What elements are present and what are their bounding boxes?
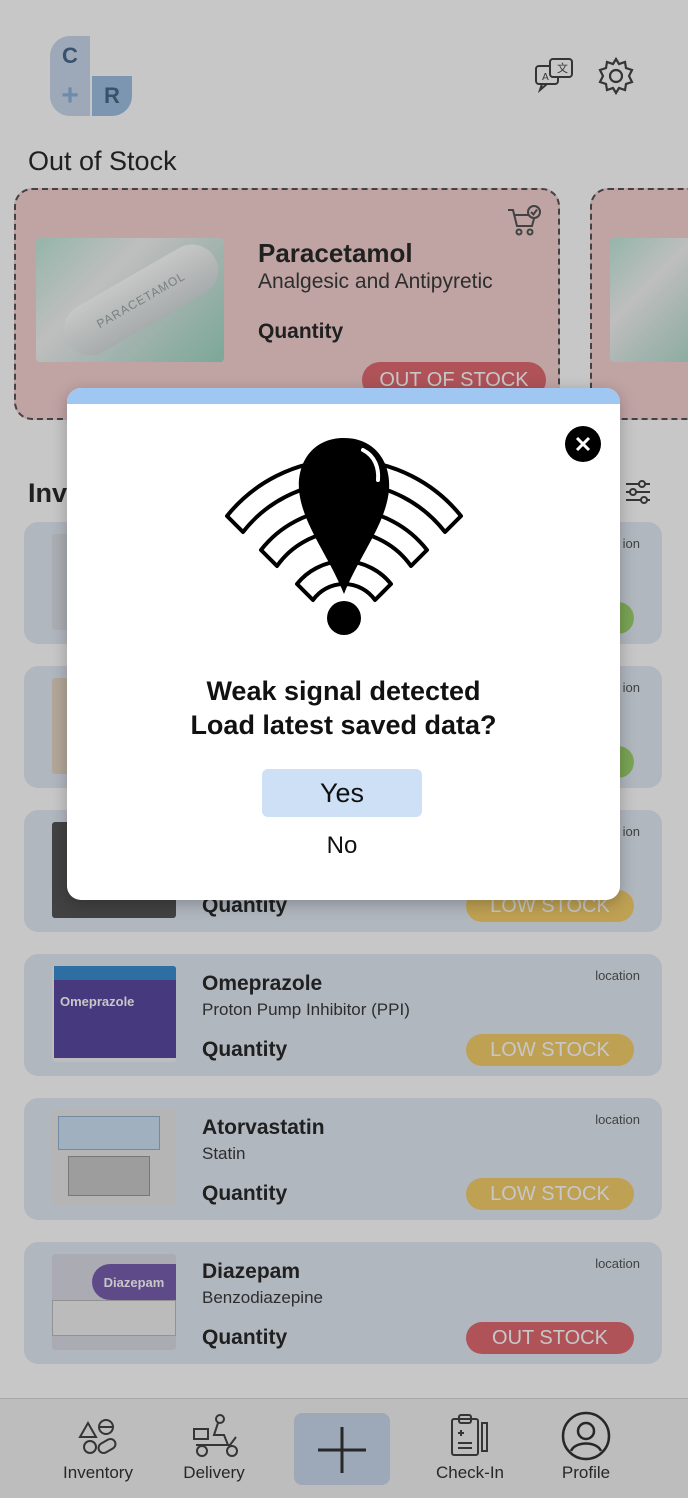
weak-signal-warning-icon bbox=[219, 432, 469, 642]
weak-signal-dialog: Weak signal detected Load latest saved d… bbox=[67, 388, 620, 900]
dialog-message-line2: Load latest saved data? bbox=[190, 710, 497, 740]
app-screen: C + R 文 A Out of Stock PARACETAMOL Parac… bbox=[0, 0, 688, 1498]
dialog-top-bar bbox=[67, 388, 620, 404]
yes-button[interactable]: Yes bbox=[262, 769, 422, 817]
dialog-message: Weak signal detected Load latest saved d… bbox=[67, 674, 620, 742]
close-icon bbox=[575, 436, 591, 452]
no-button[interactable]: No bbox=[292, 828, 392, 864]
dialog-message-line1: Weak signal detected bbox=[206, 676, 481, 706]
close-button[interactable] bbox=[565, 426, 601, 462]
